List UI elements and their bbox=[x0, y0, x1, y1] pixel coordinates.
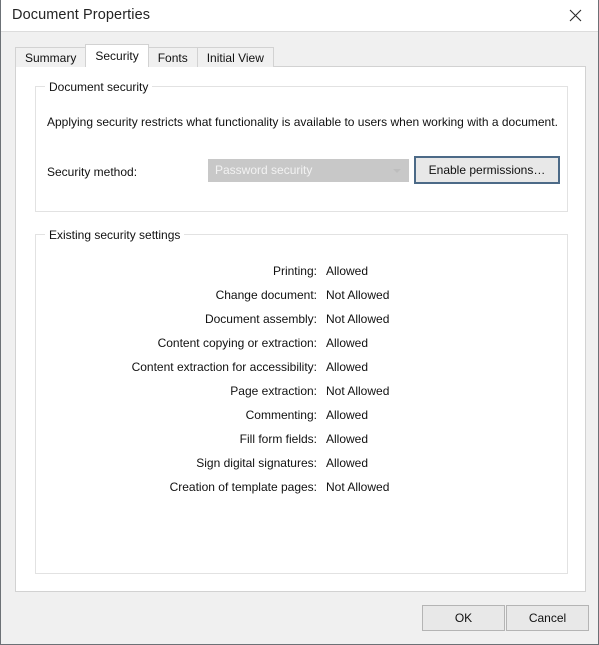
security-method-value: Password security bbox=[215, 163, 313, 177]
permission-value: Allowed bbox=[326, 360, 369, 374]
permission-value: Not Allowed bbox=[326, 288, 390, 302]
permission-list: Printing: Allowed Change document: Not A… bbox=[36, 259, 567, 499]
permission-label: Printing: bbox=[272, 264, 317, 278]
existing-security-settings-group: Existing security settings Printing: All… bbox=[35, 228, 568, 574]
page-title: Document Properties bbox=[12, 7, 151, 23]
permission-label: Page extraction: bbox=[230, 384, 317, 398]
cancel-button[interactable]: Cancel bbox=[506, 605, 589, 631]
cancel-button-label: Cancel bbox=[528, 611, 567, 625]
close-icon[interactable] bbox=[553, 0, 598, 31]
enable-permissions-label: Enable permissions… bbox=[428, 163, 546, 177]
permission-value: Allowed bbox=[326, 432, 369, 446]
tab-fonts-label: Fonts bbox=[157, 50, 188, 65]
permission-label: Document assembly: bbox=[204, 312, 317, 326]
security-method-select[interactable]: Password security bbox=[208, 159, 409, 182]
permission-label: Creation of template pages: bbox=[169, 480, 317, 494]
permission-label: Sign digital signatures: bbox=[196, 456, 317, 470]
permission-value: Allowed bbox=[326, 264, 369, 278]
list-item: Content extraction for accessibility: Al… bbox=[36, 355, 567, 379]
ok-button[interactable]: OK bbox=[422, 605, 505, 631]
document-security-description: Applying security restricts what functio… bbox=[47, 115, 558, 129]
existing-security-legend: Existing security settings bbox=[45, 228, 185, 242]
permission-value: Not Allowed bbox=[326, 312, 390, 326]
permission-label: Fill form fields: bbox=[239, 432, 317, 446]
permission-label: Change document: bbox=[215, 288, 317, 302]
tab-fonts[interactable]: Fonts bbox=[147, 47, 198, 67]
document-security-group: Document security Applying security rest… bbox=[35, 80, 568, 212]
list-item: Content copying or extraction: Allowed bbox=[36, 331, 567, 355]
tab-summary-label: Summary bbox=[25, 50, 77, 65]
list-item: Change document: Not Allowed bbox=[36, 283, 567, 307]
list-item: Document assembly: Not Allowed bbox=[36, 307, 567, 331]
permission-label: Commenting: bbox=[245, 408, 317, 422]
permission-value: Not Allowed bbox=[326, 384, 390, 398]
permission-label: Content copying or extraction: bbox=[157, 336, 317, 350]
tab-strip: Summary Security Fonts Initial View bbox=[15, 44, 274, 67]
document-properties-dialog: Document Properties Summary Security Fon… bbox=[0, 0, 599, 645]
list-item: Printing: Allowed bbox=[36, 259, 567, 283]
list-item: Fill form fields: Allowed bbox=[36, 427, 567, 451]
security-tab-panel: Document security Applying security rest… bbox=[15, 66, 586, 592]
permission-value: Allowed bbox=[326, 456, 369, 470]
tab-initial-view-label: Initial View bbox=[206, 50, 264, 65]
security-method-label: Security method: bbox=[47, 165, 138, 179]
permission-value: Not Allowed bbox=[326, 480, 390, 494]
permission-value: Allowed bbox=[326, 408, 369, 422]
tab-security-label: Security bbox=[95, 49, 139, 63]
document-security-legend: Document security bbox=[45, 80, 153, 94]
list-item: Page extraction: Not Allowed bbox=[36, 379, 567, 403]
chevron-down-icon bbox=[393, 169, 401, 173]
list-item: Creation of template pages: Not Allowed bbox=[36, 475, 567, 499]
list-item: Sign digital signatures: Allowed bbox=[36, 451, 567, 475]
list-item: Commenting: Allowed bbox=[36, 403, 567, 427]
permission-label: Content extraction for accessibility: bbox=[131, 360, 317, 374]
title-bar: Document Properties bbox=[1, 0, 598, 32]
tab-summary[interactable]: Summary bbox=[15, 47, 87, 67]
tab-initial-view[interactable]: Initial View bbox=[196, 47, 274, 67]
tab-security[interactable]: Security bbox=[85, 44, 149, 67]
ok-button-label: OK bbox=[454, 611, 473, 625]
permission-value: Allowed bbox=[326, 336, 369, 350]
enable-permissions-button[interactable]: Enable permissions… bbox=[414, 156, 560, 184]
